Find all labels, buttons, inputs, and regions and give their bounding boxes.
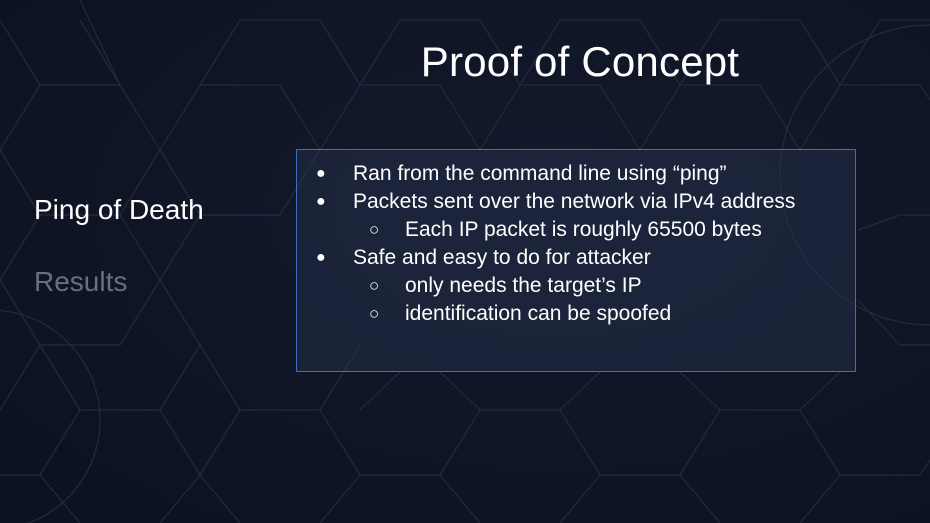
sub-bullet-text: only needs the target’s IP bbox=[405, 274, 642, 297]
bullet-marker-icon: ● bbox=[316, 249, 326, 266]
bullet-item: ● Safe and easy to do for attacker bbox=[297, 244, 855, 272]
bullet-item: ● Packets sent over the network via IPv4… bbox=[297, 188, 855, 216]
bullet-text: Packets sent over the network via IPv4 a… bbox=[353, 190, 796, 213]
nav-item-results: Results bbox=[34, 266, 128, 297]
sub-bullet-marker-icon: ○ bbox=[369, 276, 380, 295]
content-box: ● Ran from the command line using “ping”… bbox=[296, 149, 856, 372]
bullet-text: Ran from the command line using “ping” bbox=[353, 162, 727, 185]
sub-bullet-marker-icon: ○ bbox=[369, 220, 380, 239]
sub-bullet-item: ○ Each IP packet is roughly 65500 bytes bbox=[297, 216, 855, 244]
sub-bullet-text: Each IP packet is roughly 65500 bytes bbox=[405, 218, 762, 241]
sub-bullet-item: ○ identification can be spoofed bbox=[297, 300, 855, 328]
bullet-text: Safe and easy to do for attacker bbox=[353, 246, 651, 269]
sub-bullet-marker-icon: ○ bbox=[369, 304, 380, 323]
bullet-item: ● Ran from the command line using “ping” bbox=[297, 160, 855, 188]
bullet-marker-icon: ● bbox=[316, 193, 326, 210]
nav-item-ping-of-death: Ping of Death bbox=[34, 194, 204, 225]
sub-bullet-item: ○ only needs the target’s IP bbox=[297, 272, 855, 300]
slide: Proof of Concept Ping of Death Results ●… bbox=[0, 0, 930, 523]
bullet-list: ● Ran from the command line using “ping”… bbox=[297, 160, 855, 328]
slide-title: Proof of Concept bbox=[420, 38, 740, 85]
bullet-marker-icon: ● bbox=[316, 165, 326, 182]
sub-bullet-text: identification can be spoofed bbox=[405, 302, 672, 325]
section-nav: Ping of Death Results bbox=[34, 196, 204, 296]
